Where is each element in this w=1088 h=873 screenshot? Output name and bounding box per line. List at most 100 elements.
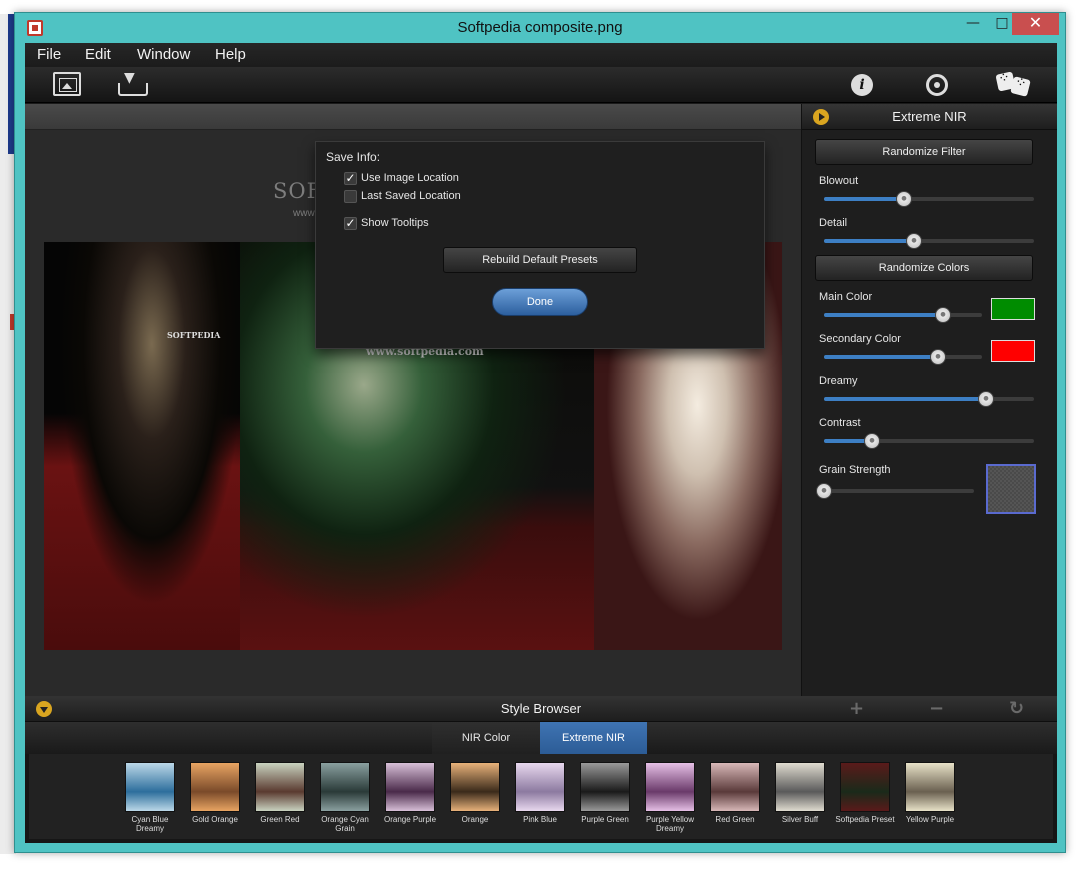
checkbox-show-tooltips[interactable]: ✓ xyxy=(344,217,357,230)
info-icon[interactable]: i xyxy=(851,74,873,96)
option-label: Show Tooltips xyxy=(361,217,429,229)
preset-thumbnail-label: Orange Cyan Grain xyxy=(321,815,369,833)
done-button[interactable]: Done xyxy=(492,288,588,316)
preset-thumbnail-label: Red Green xyxy=(715,815,755,824)
window-title: Softpedia composite.png xyxy=(457,19,623,36)
preset-thumbnail[interactable]: Yellow Purple xyxy=(900,762,960,824)
preset-thumbnail-image[interactable] xyxy=(515,762,565,812)
minimize-button[interactable]: — xyxy=(958,13,988,35)
menu-bar: File Edit Window Help xyxy=(25,43,1057,67)
menu-edit[interactable]: Edit xyxy=(85,46,111,63)
close-button[interactable]: ✕ xyxy=(1012,13,1059,35)
preset-thumbnail-label: Cyan Blue Dreamy xyxy=(131,815,169,833)
preset-thumbnail[interactable]: Orange Purple xyxy=(380,762,440,824)
preset-thumbnail[interactable]: Orange xyxy=(445,762,505,824)
grain-strength-slider-handle[interactable] xyxy=(816,483,832,499)
contrast-slider[interactable] xyxy=(824,433,1034,449)
grain-strength-slider[interactable] xyxy=(816,483,974,499)
tab-extreme-nir[interactable]: Extreme NIR xyxy=(540,722,647,754)
preset-thumbnail-label: Purple Green xyxy=(581,815,629,824)
remove-icon[interactable]: − xyxy=(929,698,944,719)
toolbar: i xyxy=(25,67,1057,103)
main-color-swatch[interactable] xyxy=(991,298,1035,320)
preset-thumbnail[interactable]: Orange Cyan Grain xyxy=(315,762,375,833)
preview-logo-text: SOFTPEDIA xyxy=(167,330,221,340)
checkbox-last-saved-location[interactable] xyxy=(344,190,357,203)
preset-thumbnail[interactable]: Silver Buff xyxy=(770,762,830,824)
blowout-slider-handle[interactable] xyxy=(895,191,912,207)
preset-thumbnail-image[interactable] xyxy=(255,762,305,812)
rebuild-presets-button[interactable]: Rebuild Default Presets xyxy=(443,247,637,273)
secondary-color-slider-fill xyxy=(824,355,938,359)
add-icon[interactable]: + xyxy=(849,698,864,719)
randomize-filter-button[interactable]: Randomize Filter xyxy=(815,139,1033,165)
preset-thumbnail[interactable]: Pink Blue xyxy=(510,762,570,824)
die-right-icon xyxy=(1010,76,1031,97)
panel-title: Extreme NIR xyxy=(892,109,967,124)
filter-panel: Extreme NIR Randomize Filter Blowout Det… xyxy=(801,104,1057,696)
preset-thumbnail-label: Silver Buff xyxy=(781,815,819,824)
randomize-colors-button[interactable]: Randomize Colors xyxy=(815,255,1033,281)
preset-thumbnail[interactable]: Red Green xyxy=(705,762,765,824)
reset-icon[interactable]: ↻ xyxy=(1009,698,1024,719)
menu-file[interactable]: File xyxy=(37,46,61,63)
title-bar[interactable]: Softpedia composite.png — □ ✕ xyxy=(15,13,1065,43)
preset-thumbnail[interactable]: Green Red xyxy=(250,762,310,824)
preset-thumbnail-image[interactable] xyxy=(905,762,955,812)
secondary-color-slider[interactable] xyxy=(824,349,982,365)
secondary-color-slider-handle[interactable] xyxy=(929,349,946,365)
preset-thumbnail-image[interactable] xyxy=(775,762,825,812)
style-browser: Style Browser + − ↻ NIR Color Extreme NI… xyxy=(25,696,1057,843)
menu-window[interactable]: Window xyxy=(137,46,190,63)
checkbox-use-image-location[interactable]: ✓ xyxy=(344,172,357,185)
preset-thumbnail[interactable]: Gold Orange xyxy=(185,762,245,824)
grain-strength-label: Grain Strength xyxy=(819,464,891,476)
dice-icon[interactable] xyxy=(995,71,1031,97)
preset-thumbnail-image[interactable] xyxy=(450,762,500,812)
dreamy-slider[interactable] xyxy=(824,391,1034,407)
grain-preview-swatch[interactable] xyxy=(986,464,1036,514)
app-window: Softpedia composite.png — □ ✕ File Edit … xyxy=(14,12,1066,853)
settings-icon[interactable] xyxy=(926,74,948,96)
preset-thumbnail-image[interactable] xyxy=(580,762,630,812)
open-image-icon[interactable] xyxy=(53,72,81,96)
preset-thumbnail[interactable]: Softpedia Preset xyxy=(835,762,895,824)
option-label: Last Saved Location xyxy=(361,190,461,202)
preset-thumbnail-image[interactable] xyxy=(385,762,435,812)
preset-thumbnail-image[interactable] xyxy=(840,762,890,812)
style-tabs: NIR Color Extreme NIR xyxy=(25,722,1057,754)
menu-help[interactable]: Help xyxy=(215,46,246,63)
blowout-slider[interactable] xyxy=(824,191,1034,207)
contrast-slider-handle[interactable] xyxy=(864,433,881,449)
preset-thumbnail-image[interactable] xyxy=(645,762,695,812)
preset-thumbnail-label: Yellow Purple xyxy=(905,815,955,824)
preset-thumbnail-image[interactable] xyxy=(320,762,370,812)
tab-nir-color[interactable]: NIR Color xyxy=(432,722,540,754)
detail-slider[interactable] xyxy=(824,233,1034,249)
canvas-area[interactable]: SOFTPEDIA™ www.softpedia.com SOFTPEDIA w… xyxy=(25,104,801,696)
main-color-slider-handle[interactable] xyxy=(934,307,951,323)
preset-thumbnail[interactable]: Cyan Blue Dreamy xyxy=(120,762,180,833)
preset-thumbnail[interactable]: Purple Yellow Dreamy xyxy=(640,762,700,833)
preset-thumbnail-label: Pink Blue xyxy=(523,815,557,824)
preset-thumbnail-label: Softpedia Preset xyxy=(835,815,895,824)
preset-thumbnail-image[interactable] xyxy=(710,762,760,812)
preset-thumbnail-image[interactable] xyxy=(125,762,175,812)
save-icon[interactable] xyxy=(117,70,148,96)
save-info-dialog: Save Info: ✓ Use Image Location Last Sav… xyxy=(315,141,765,349)
style-browser-title: Style Browser xyxy=(500,701,582,716)
contrast-label: Contrast xyxy=(819,417,861,429)
panel-header: Extreme NIR xyxy=(802,104,1057,130)
secondary-color-swatch[interactable] xyxy=(991,340,1035,362)
detail-label: Detail xyxy=(819,217,848,229)
preset-thumbnail-label: Gold Orange xyxy=(192,815,238,824)
detail-slider-handle[interactable] xyxy=(906,233,923,249)
preset-thumbnail[interactable]: Purple Green xyxy=(575,762,635,824)
secondary-color-label: Secondary Color xyxy=(819,333,901,345)
dreamy-label: Dreamy xyxy=(819,375,858,387)
preset-thumbnail-image[interactable] xyxy=(190,762,240,812)
dreamy-slider-handle[interactable] xyxy=(977,391,994,407)
option-label: Use Image Location xyxy=(361,172,459,184)
main-color-slider[interactable] xyxy=(824,307,982,323)
canvas-header-strip xyxy=(25,104,801,130)
